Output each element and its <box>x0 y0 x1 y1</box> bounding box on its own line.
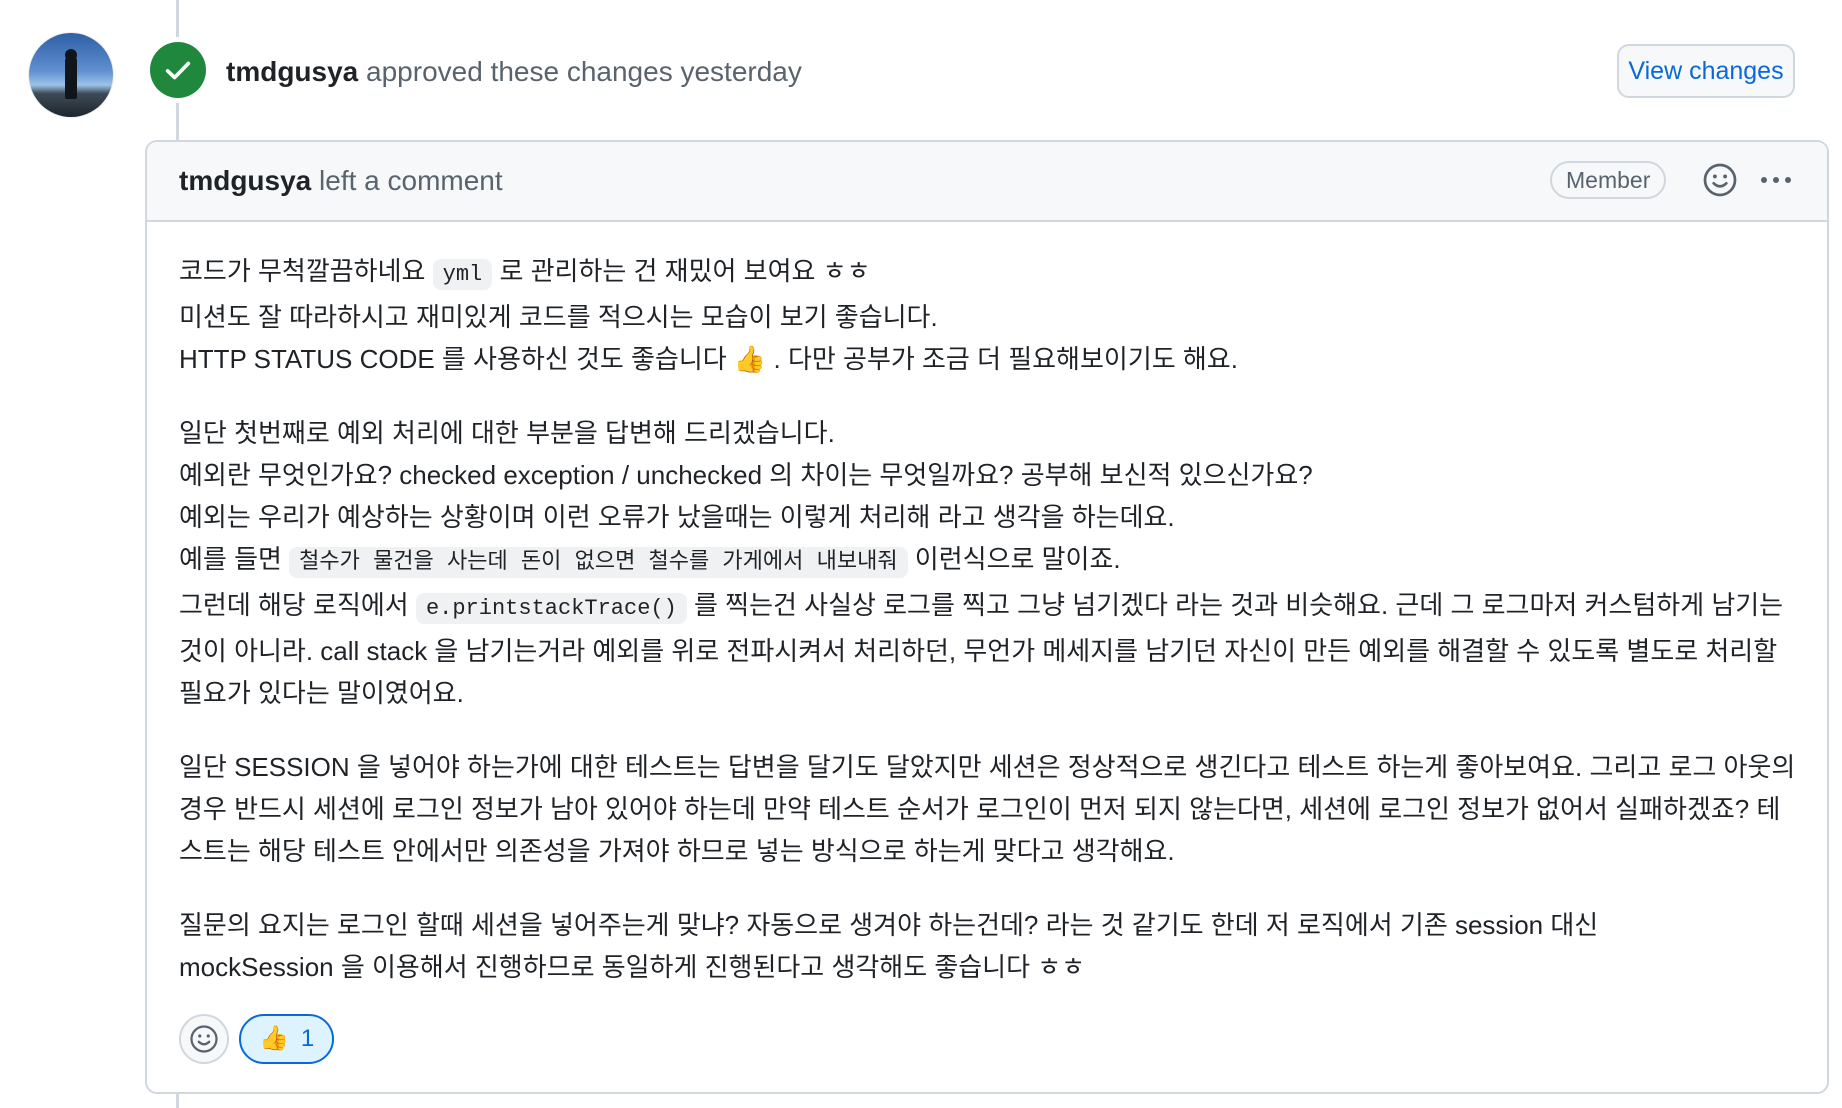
avatar[interactable] <box>29 33 113 117</box>
comment-action-text: left a comment <box>311 165 503 196</box>
comment-line: mockSession 을 이용해서 진행하므로 동일하게 진행된다고 생각해도… <box>179 952 1085 982</box>
comment-paragraph: 질문의 요지는 로그인 할때 세션을 넣어주는게 맞냐? 자동으로 생겨야 하는… <box>179 904 1799 988</box>
comment-author-link[interactable]: tmdgusya <box>179 165 311 196</box>
comment-line: 그런데 해당 로직에서 e.printstackTrace() 를 찍는건 사실… <box>179 590 1783 708</box>
add-reaction-icon <box>190 1025 218 1053</box>
avatar-figure-body <box>65 55 77 99</box>
comment-text: 미션도 잘 따라하시고 재미있게 코드를 적으시는 모습이 보기 좋습니다. <box>179 302 938 332</box>
member-badge: Member <box>1550 161 1667 199</box>
kebab-menu-icon[interactable] <box>1756 162 1796 198</box>
smiley-icon[interactable] <box>1702 162 1738 198</box>
inline-code: 철수가 물건을 사는데 돈이 없으면 철수를 가게에서 내보내줘 <box>289 547 908 578</box>
comment-text: 예외는 우리가 예상하는 상황이며 이런 오류가 났을때는 이렇게 처리해 라고… <box>179 502 1175 532</box>
check-icon <box>165 61 191 80</box>
comment-text: 예외란 무엇인가요? checked exception / unchecked… <box>179 460 1313 490</box>
inline-code: e.printstackTrace() <box>415 593 687 624</box>
reaction-count: 1 <box>300 1025 315 1052</box>
comment-line: 예외란 무엇인가요? checked exception / unchecked… <box>179 460 1313 490</box>
review-action-text: approved these changes yesterday <box>358 56 802 87</box>
comment-text: 질문의 요지는 로그인 할때 세션을 넣어주는게 맞냐? 자동으로 생겨야 하는… <box>179 910 1599 940</box>
comment-line: 일단 첫번째로 예외 처리에 대한 부분을 답변해 드리겠습니다. <box>179 418 835 448</box>
comment-text: 일단 SESSION 을 넣어야 하는가에 대한 테스트는 답변을 달기도 달았… <box>179 752 1796 866</box>
comment-text: 예를 들면 <box>179 544 290 574</box>
reactions-bar: 👍 1 <box>179 1014 335 1064</box>
review-author-link[interactable]: tmdgusya <box>226 56 358 87</box>
comment-paragraph: 코드가 무척깔끔하네요 yml 로 관리하는 건 재밌어 보여요 ㅎㅎ 미션도 잘… <box>179 250 1799 380</box>
comment-line: HTTP STATUS CODE 를 사용하신 것도 좋습니다 👍 . 다만 공… <box>179 344 1238 374</box>
comment-header: tmdgusya left a comment Member <box>147 142 1827 222</box>
view-changes-button[interactable]: View changes <box>1617 44 1795 98</box>
comment-line: 코드가 무척깔끔하네요 yml 로 관리하는 건 재밌어 보여요 ㅎㅎ <box>179 256 871 290</box>
comment-line: 예를 들면 철수가 물건을 사는데 돈이 없으면 철수를 가게에서 내보내줘 이… <box>179 544 1121 578</box>
approved-check-badge <box>150 42 206 98</box>
comment-text: 일단 첫번째로 예외 처리에 대한 부분을 답변해 드리겠습니다. <box>179 418 835 448</box>
comment-paragraph: 일단 SESSION 을 넣어야 하는가에 대한 테스트는 답변을 달기도 달았… <box>179 746 1799 872</box>
inline-code: yml <box>432 259 493 290</box>
comment-line: 일단 SESSION 을 넣어야 하는가에 대한 테스트는 답변을 달기도 달았… <box>179 752 1795 866</box>
comment-text: 코드가 무척깔끔하네요 <box>179 256 433 286</box>
comment-box: tmdgusya left a comment Member 코드가 무척깔끔하… <box>145 140 1829 1094</box>
comment-text: 그런데 해당 로직에서 <box>179 590 416 620</box>
comment-title: tmdgusya left a comment <box>179 162 503 200</box>
comment-paragraph: 일단 첫번째로 예외 처리에 대한 부분을 답변해 드리겠습니다. 예외란 무엇인… <box>179 412 1799 714</box>
add-reaction-button[interactable] <box>179 1014 229 1064</box>
comment-line: 질문의 요지는 로그인 할때 세션을 넣어주는게 맞냐? 자동으로 생겨야 하는… <box>179 910 1598 940</box>
comment-line: 미션도 잘 따라하시고 재미있게 코드를 적으시는 모습이 보기 좋습니다. <box>179 302 938 332</box>
comment-line: 예외는 우리가 예상하는 상황이며 이런 오류가 났을때는 이렇게 처리해 라고… <box>179 502 1175 532</box>
comment-text: HTTP STATUS CODE 를 사용하신 것도 좋습니다 👍 . 다만 공… <box>179 344 1238 374</box>
comment-body: 코드가 무척깔끔하네요 yml 로 관리하는 건 재밌어 보여요 ㅎㅎ 미션도 잘… <box>179 250 1799 1020</box>
comment-text: mockSession 을 이용해서 진행하므로 동일하게 진행된다고 생각해도… <box>179 952 1086 982</box>
review-event-line: tmdgusya approved these changes yesterda… <box>226 52 802 92</box>
thumbs-up-emoji: 👍 <box>259 1025 289 1052</box>
thumbs-up-reaction-button[interactable]: 👍 1 <box>239 1014 335 1064</box>
comment-text: 이런식으로 말이죠. <box>907 544 1121 574</box>
comment-text: 로 관리하는 건 재밌어 보여요 ㅎㅎ <box>492 256 871 286</box>
